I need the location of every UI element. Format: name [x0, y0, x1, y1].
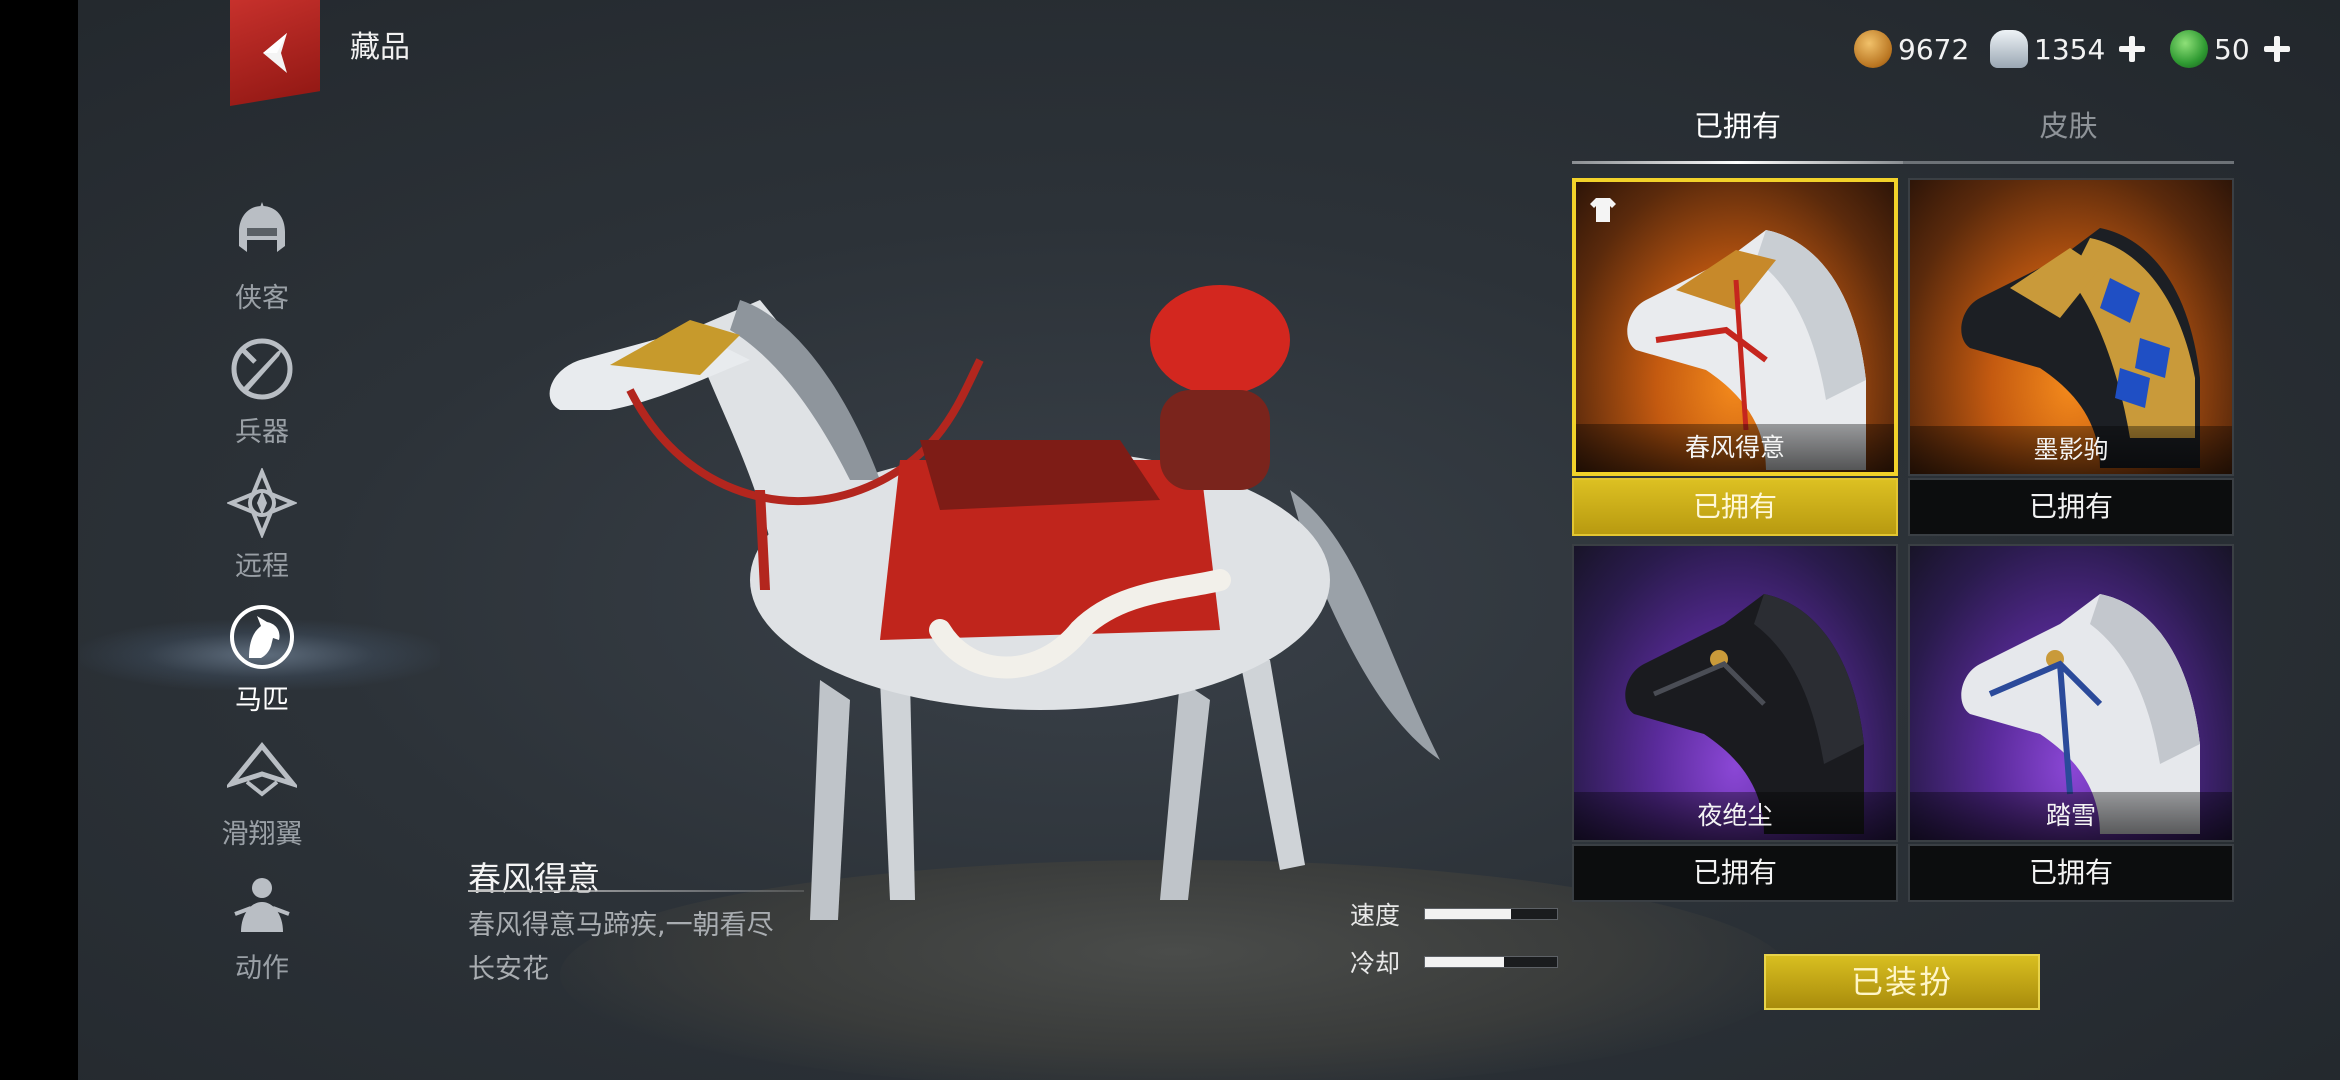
- nav-label-emotes: 动作: [235, 952, 289, 984]
- horse-card[interactable]: 墨影驹 已拥有: [1908, 178, 2234, 538]
- stat-speed-fill: [1425, 909, 1511, 919]
- horse-card-name: 墨影驹: [1910, 426, 2232, 474]
- collection-tabs: 已拥有 皮肤: [1572, 98, 2234, 164]
- nav-label-horses: 马匹: [235, 684, 289, 716]
- nav-label-ranged: 远程: [235, 550, 289, 582]
- preview-item-name: 春风得意: [468, 859, 600, 898]
- nav-label-heroes: 侠客: [235, 282, 289, 314]
- horse-card-status: 已拥有: [1572, 844, 1898, 902]
- horse-card[interactable]: 踏雪 已拥有: [1908, 544, 2234, 904]
- coin-icon: [1854, 30, 1892, 68]
- tab-owned[interactable]: 已拥有: [1572, 98, 1903, 164]
- jade-icon: [2170, 30, 2208, 68]
- horse-card-image: 踏雪: [1908, 544, 2234, 842]
- stat-cooldown-label: 冷却: [1350, 949, 1401, 978]
- silver-ingot-icon: [1990, 30, 2028, 68]
- add-jade-button[interactable]: [2262, 34, 2292, 64]
- name-divider: [468, 890, 804, 892]
- ranged-icon: [227, 467, 297, 538]
- nav-item-horses[interactable]: 马匹: [80, 592, 440, 726]
- nav-item-heroes[interactable]: 侠客: [200, 190, 324, 324]
- currency-copper: 9672: [1854, 30, 1969, 68]
- horse-card-status: 已拥有: [1908, 478, 2234, 536]
- category-nav: 侠客 兵器 远程 马匹 滑翔翼 动作: [80, 190, 440, 994]
- nav-item-ranged[interactable]: 远程: [200, 458, 324, 592]
- helmet-icon: [239, 201, 285, 252]
- add-silver-button[interactable]: [2117, 34, 2147, 64]
- glider-icon: [227, 741, 297, 797]
- equipped-badge-icon: [1590, 198, 1616, 222]
- stat-cooldown-bar: [1424, 956, 1558, 968]
- currency-jade: 50: [2170, 30, 2292, 68]
- screen-edge: [0, 0, 78, 1080]
- stat-cooldown: 冷却: [1350, 944, 1558, 980]
- emote-icon: [234, 877, 290, 932]
- tab-skins[interactable]: 皮肤: [1903, 98, 2234, 161]
- horse-card-name: 夜绝尘: [1574, 792, 1896, 840]
- horse-card-status: 已拥有: [1572, 478, 1898, 536]
- horse-card-image: 春风得意: [1572, 178, 1898, 476]
- weapon-icon: [231, 338, 293, 399]
- nav-label-weapons: 兵器: [235, 416, 289, 448]
- back-button[interactable]: [230, 0, 320, 106]
- horse-card[interactable]: 夜绝尘 已拥有: [1572, 544, 1898, 904]
- stat-speed: 速度: [1350, 896, 1558, 932]
- horse-card-name: 踏雪: [1910, 792, 2232, 840]
- horse-card-grid: 春风得意 已拥有 墨影驹 已拥有 夜绝尘 已拥有 踏雪 已拥有: [1572, 178, 2234, 904]
- page-title: 藏品: [350, 30, 410, 65]
- horse-model-preview[interactable]: [520, 160, 1480, 940]
- currency-silver-value: 1354: [2034, 32, 2106, 66]
- horse-icon: [230, 604, 294, 669]
- horse-card-image: 夜绝尘: [1572, 544, 1898, 842]
- stat-speed-bar: [1424, 908, 1558, 920]
- currency-copper-value: 9672: [1898, 32, 1970, 66]
- horse-card-image: 墨影驹: [1908, 178, 2234, 476]
- horse-card-status: 已拥有: [1908, 844, 2234, 902]
- currency-jade-value: 50: [2214, 32, 2250, 66]
- currency-silver: 1354: [1990, 30, 2147, 68]
- horse-card[interactable]: 春风得意 已拥有: [1572, 178, 1898, 538]
- nav-item-glider[interactable]: 滑翔翼: [200, 726, 324, 860]
- stat-speed-label: 速度: [1350, 901, 1401, 930]
- nav-item-weapons[interactable]: 兵器: [200, 324, 324, 458]
- equipped-button[interactable]: 已装扮: [1764, 954, 2040, 1010]
- nav-item-emotes[interactable]: 动作: [200, 860, 324, 994]
- nav-label-glider: 滑翔翼: [221, 818, 303, 850]
- back-arrow-icon: [263, 33, 287, 73]
- horse-card-name: 春风得意: [1576, 424, 1894, 472]
- preview-item-description: 春风得意马蹄疾,一朝看尽长安花: [468, 910, 774, 985]
- stat-cooldown-fill: [1425, 957, 1505, 967]
